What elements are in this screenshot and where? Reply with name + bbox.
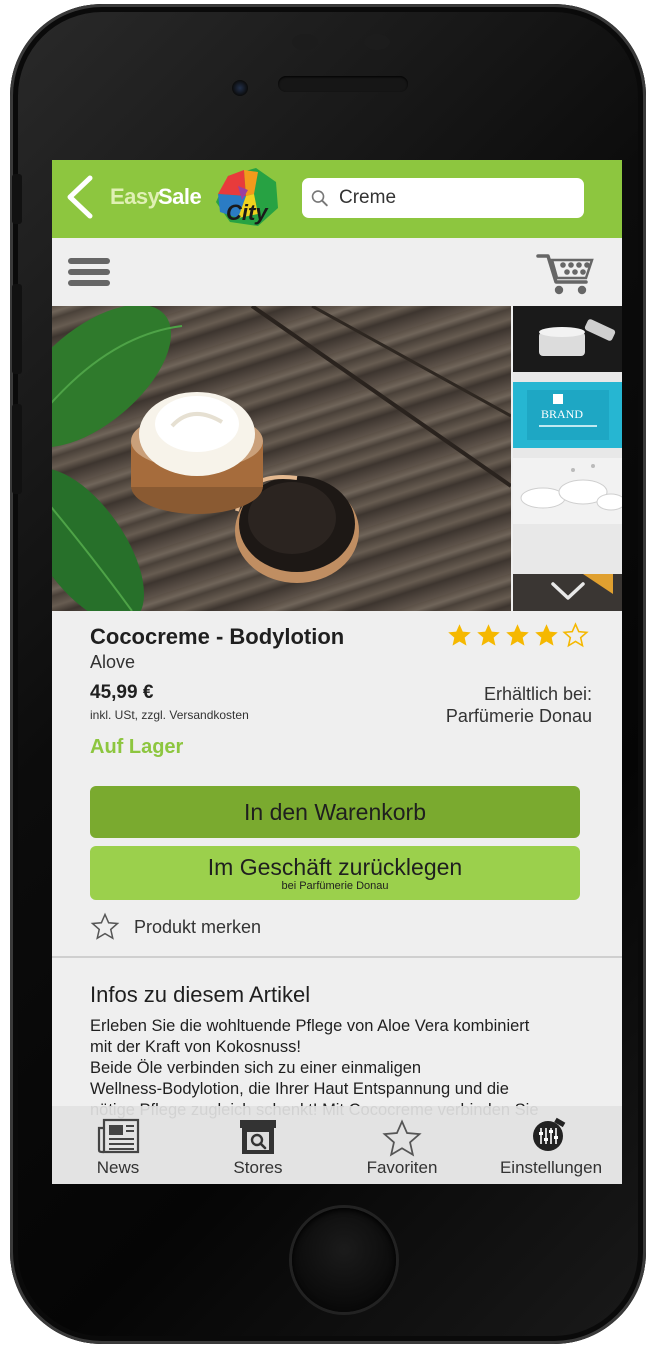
app-logo: Easy Sale City (108, 164, 318, 234)
price-note: inkl. USt, zzgl. Versandkosten (90, 708, 249, 722)
section-divider (52, 956, 622, 958)
volume-down-button (12, 404, 22, 494)
chevron-down-icon (551, 574, 613, 600)
newspaper-icon (97, 1118, 140, 1154)
store-icon (240, 1120, 276, 1154)
volume-up-button (12, 284, 22, 374)
tab-stores-label: Stores (233, 1158, 283, 1177)
wishlist-label: Produkt merken (134, 916, 262, 937)
star-outline-icon (562, 622, 589, 648)
star-outline-icon (382, 1119, 422, 1157)
tab-favoriten[interactable]: Favoriten (346, 1106, 458, 1184)
product-price: 45,99 € (90, 682, 154, 703)
product-brand: Alove (90, 652, 136, 672)
info-heading: Infos zu diesem Artikel (90, 982, 311, 1007)
stock-status: Auf Lager (90, 736, 184, 758)
front-camera (232, 80, 248, 96)
tab-einstellungen[interactable]: Einstellungen (488, 1106, 614, 1184)
reserve-in-store-button[interactable]: Im Geschäft zurücklegen bei Parfümerie D… (90, 846, 580, 900)
star-filled-icon (535, 624, 558, 646)
thumbnail-strip: BRAND (513, 306, 622, 611)
thumbnail-brand-text: BRAND (541, 407, 583, 421)
rating-stars (446, 622, 591, 652)
add-to-cart-button[interactable]: In den Warenkorb (90, 786, 580, 838)
app-header: Easy Sale City (52, 160, 622, 238)
settings-sliders-icon (533, 1117, 566, 1151)
star-filled-icon (506, 624, 529, 646)
tab-news-label: News (96, 1158, 140, 1177)
thumbnail-photo-jar (539, 319, 616, 356)
reserve-button-sublabel: bei Parfümerie Donau (281, 880, 389, 892)
product-title: Cococreme - Bodylotion (90, 624, 345, 649)
mute-switch (12, 174, 22, 224)
star-filled-icon (448, 624, 471, 646)
info-line: Erleben Sie die wohltuende Pflege von Al… (90, 1017, 530, 1035)
info-line: Beide Öle verbinden sich zu einer einmal… (90, 1059, 422, 1077)
availability-store[interactable]: Parfümerie Donau (446, 706, 592, 727)
shopping-cart-icon[interactable] (536, 250, 596, 296)
tab-favoriten-label: Favoriten (366, 1158, 438, 1177)
availability-label: Erhältlich bei: (483, 684, 592, 704)
earpiece-speaker (278, 76, 408, 92)
thumbnail-photo-box: BRAND (527, 390, 609, 440)
toolbar (52, 238, 622, 306)
thumbnail-3[interactable] (513, 458, 622, 524)
back-button[interactable] (62, 174, 102, 220)
search-box[interactable] (302, 178, 584, 218)
search-input[interactable] (329, 178, 584, 218)
thumbnail-4[interactable] (513, 574, 622, 611)
chevron-left-icon (67, 175, 93, 219)
sensor-dots (292, 34, 402, 56)
search-icon (311, 190, 328, 207)
star-filled-icon (477, 624, 500, 646)
info-line: mit der Kraft von Kokosnuss! (90, 1038, 301, 1056)
thumbnail-1[interactable] (513, 306, 622, 372)
star-outline-icon (90, 912, 120, 940)
info-line: Wellness-Bodylotion, die Ihrer Haut Ents… (90, 1080, 509, 1098)
tab-stores[interactable]: Stores (202, 1106, 314, 1184)
hamburger-menu-icon[interactable] (68, 258, 110, 288)
thumbnail-photo-creams (520, 464, 622, 511)
home-button (292, 1208, 396, 1312)
logo-text-city: City (226, 200, 268, 225)
wishlist-button[interactable]: Produkt merken (90, 912, 261, 942)
product-main-image[interactable] (52, 306, 511, 611)
reserve-button-label: Im Geschäft zurücklegen (207, 854, 463, 880)
logo-text-easy: Easy (110, 184, 160, 209)
tab-news[interactable]: News (62, 1106, 174, 1184)
bottom-tab-bar: News Stores Favoriten Einstellungen (52, 1106, 622, 1184)
app-screen: Easy Sale City Creme BRAND Cococreme - B… (52, 160, 622, 1184)
logo-text-sale: Sale (158, 184, 202, 209)
product-photo (52, 306, 511, 611)
tab-einstellungen-label: Einstellungen (499, 1158, 603, 1177)
thumbnail-2[interactable]: BRAND (513, 382, 622, 448)
